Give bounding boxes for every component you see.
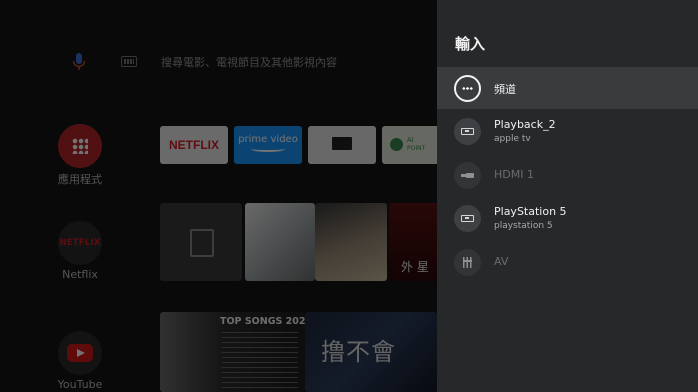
prime-smile-icon <box>251 146 285 152</box>
music-video-tile[interactable]: 撸不會 <box>305 312 437 392</box>
music-video-caption: 撸不會 <box>321 338 396 366</box>
video-tile[interactable] <box>160 203 242 281</box>
tracklist-graphic <box>222 332 298 388</box>
video-tile-caption: 外 星 <box>401 260 429 274</box>
video-tile[interactable] <box>245 203 315 281</box>
ai-point-line1: AI <box>407 136 414 144</box>
netflix-tile[interactable]: NETFLIX <box>160 126 228 164</box>
input-item-playback-2[interactable]: Playback_2 apple tv <box>437 110 698 152</box>
input-item-playstation-5[interactable]: PlayStation 5 playstation 5 <box>437 197 698 239</box>
input-item-av[interactable]: AV <box>437 241 698 283</box>
input-item-hdmi-1[interactable]: HDMI 1 <box>437 154 698 196</box>
netflix-label: Netflix <box>62 268 98 281</box>
video-tile[interactable]: 外 星 <box>389 203 437 281</box>
music-video-caption: TOP SONGS 2020 <box>220 316 305 327</box>
keyboard-icon[interactable] <box>121 56 137 67</box>
input-item-sublabel: apple tv <box>494 134 531 144</box>
netflix-logo: NETFLIX <box>59 238 101 248</box>
apps-label: 應用程式 <box>58 173 102 186</box>
launcher-background: 搜尋電影、電視節目及其他影視內容 應用程式 NETFLIX Netflix Yo… <box>0 0 437 392</box>
ai-point-tile[interactable]: AI POINT <box>382 126 437 164</box>
ai-point-line2: POINT <box>407 145 426 152</box>
input-item-label: PlayStation 5 <box>494 205 567 218</box>
input-item-label: AV <box>494 255 509 268</box>
netflix-app-button[interactable]: NETFLIX <box>58 221 102 265</box>
hdmi-icon <box>454 162 481 189</box>
apps-button[interactable] <box>58 124 102 168</box>
ai-point-logo-icon <box>390 138 403 151</box>
input-item-sublabel: playstation 5 <box>494 221 553 231</box>
prime-video-logo: prime video <box>238 134 298 145</box>
music-video-tile[interactable]: TOP SONGS 2020 <box>160 312 305 392</box>
prime-video-tile[interactable]: prime video <box>234 126 302 164</box>
youtube-label: YouTube <box>57 378 103 391</box>
apps-grid-icon <box>72 138 88 154</box>
search-bar[interactable]: 搜尋電影、電視節目及其他影視內容 <box>0 50 437 74</box>
input-item-label: 頻道 <box>494 83 516 96</box>
av-connector-icon <box>454 249 481 276</box>
channel-dots-icon <box>454 75 481 102</box>
input-item-label: Playback_2 <box>494 118 556 131</box>
youtube-play-icon <box>67 344 93 362</box>
search-placeholder[interactable]: 搜尋電影、電視節目及其他影視內容 <box>161 54 337 70</box>
panel-title: 輸入 <box>455 35 486 53</box>
set-top-box-icon <box>454 118 481 145</box>
netflix-tile-logo: NETFLIX <box>169 138 219 152</box>
input-item-channels[interactable]: 頻道 <box>437 67 698 109</box>
live-tv-tile[interactable] <box>308 126 376 164</box>
set-top-box-icon <box>454 205 481 232</box>
youtube-app-button[interactable] <box>58 331 102 375</box>
microphone-icon[interactable] <box>72 53 86 71</box>
input-panel: 輸入 頻道 Playback_2 apple tv HDMI 1 PlaySta… <box>437 0 698 392</box>
video-tile[interactable] <box>315 203 387 281</box>
input-item-label: HDMI 1 <box>494 168 534 181</box>
